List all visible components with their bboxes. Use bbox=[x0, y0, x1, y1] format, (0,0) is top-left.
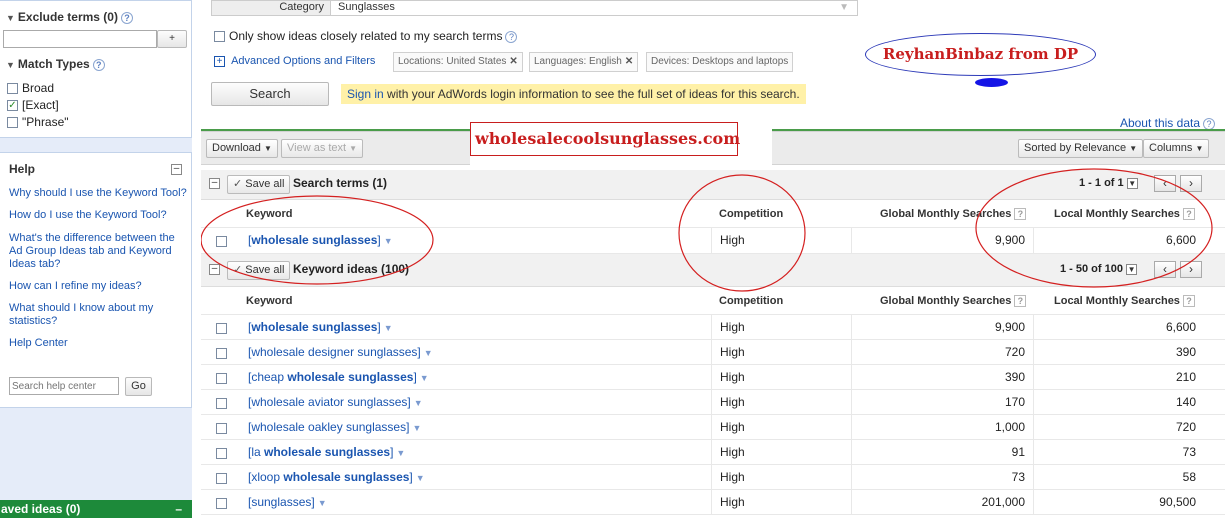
collapse-triangle-icon: ▼ bbox=[6, 60, 15, 70]
checkbox[interactable] bbox=[7, 117, 18, 129]
collapse-triangle-icon: ▼ bbox=[6, 13, 15, 23]
filters-panel: ▼ Exclude terms (0)? + ▼ Match Types? Broa… bbox=[0, 0, 192, 138]
help-center-link[interactable]: Help Center bbox=[9, 337, 187, 350]
checkbox[interactable] bbox=[7, 83, 18, 95]
match-type-broad[interactable]: Broad bbox=[7, 81, 54, 95]
checkbox-checked[interactable]: ✓ bbox=[7, 100, 18, 112]
saved-ideas-bar[interactable]: aved ideas (0) – bbox=[0, 500, 192, 518]
sidebar: ▼ Exclude terms (0)? + ▼ Match Types? Broa… bbox=[0, 0, 192, 518]
add-exclude-term-button[interactable]: + bbox=[157, 30, 187, 48]
annotation-circle-keyword bbox=[201, 195, 434, 285]
help-link-how-use[interactable]: How do I use the Keyword Tool? bbox=[9, 209, 187, 222]
main-content: Category Sunglasses ▼ Only show ideas cl… bbox=[201, 0, 1225, 518]
annotation-overlay bbox=[201, 168, 1213, 292]
help-question-icon[interactable]: ? bbox=[120, 11, 133, 24]
exclude-terms-header[interactable]: ▼ Exclude terms (0)? bbox=[0, 8, 133, 26]
annotation-circle-searches bbox=[975, 168, 1213, 288]
match-type-phrase[interactable]: "Phrase" bbox=[7, 115, 69, 129]
annotation-circle-competition bbox=[678, 174, 806, 292]
help-link-refine[interactable]: How can I refine my ideas? bbox=[9, 280, 187, 293]
exclude-terms-input[interactable] bbox=[3, 30, 157, 48]
help-question-icon[interactable]: ? bbox=[92, 58, 105, 71]
match-types-header[interactable]: ▼ Match Types? bbox=[0, 55, 105, 73]
help-link-why-use[interactable]: Why should I use the Keyword Tool? bbox=[9, 187, 187, 200]
help-link-difference[interactable]: What's the difference between the Ad Gro… bbox=[9, 232, 187, 271]
help-link-statistics[interactable]: What should I know about my statistics? bbox=[9, 302, 187, 328]
match-type-exact[interactable]: ✓ [Exact] bbox=[7, 98, 59, 112]
collapse-minus-icon[interactable]: – bbox=[175, 500, 182, 518]
help-go-button[interactable]: Go bbox=[125, 377, 152, 396]
collapse-minus-icon[interactable]: – bbox=[171, 164, 182, 175]
help-panel: Help – Why should I use the Keyword Tool… bbox=[0, 152, 192, 408]
help-title: Help bbox=[9, 162, 36, 176]
help-search-input[interactable] bbox=[9, 377, 119, 395]
